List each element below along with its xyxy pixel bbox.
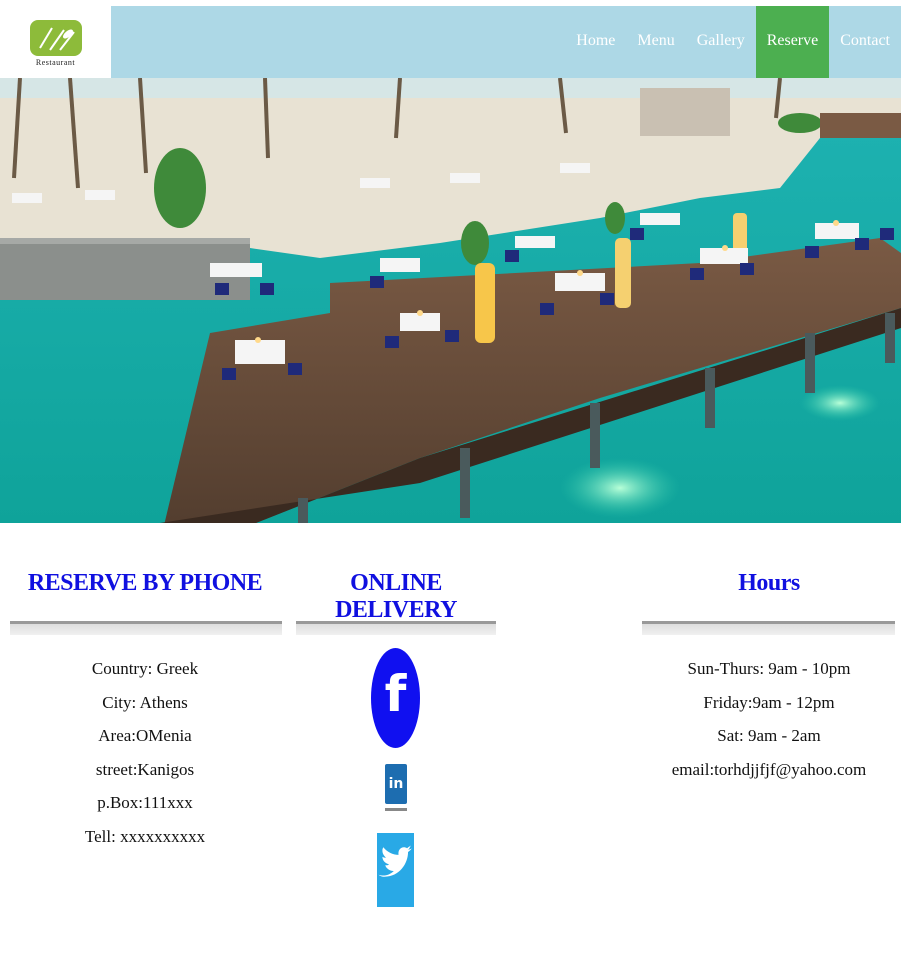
- facebook-icon[interactable]: f: [371, 648, 420, 748]
- logo-text: Restaurant: [35, 58, 76, 67]
- delivery-divider: [296, 621, 496, 635]
- street-text: street:Kanigos: [95, 759, 195, 779]
- pobox-text: p.Box:111xxx: [97, 793, 193, 813]
- country-text: Country: Greek: [91, 659, 199, 678]
- nav-menu[interactable]: Menu: [626, 6, 685, 78]
- nav-home[interactable]: Home: [565, 6, 626, 78]
- area-text: Area:OMenia: [98, 726, 192, 746]
- phone-text: Tell: xxxxxxxxxx: [84, 826, 206, 846]
- hours-info: Sun-Thurs: 9am - 10pm Friday:9am - 12pm …: [643, 652, 895, 786]
- friday-hours: Friday:9am - 12pm: [703, 692, 835, 712]
- reserve-divider: [10, 621, 282, 635]
- main-nav: Home Menu Gallery Reserve Contact: [565, 6, 901, 78]
- reserve-info: Country: Greek City: Athens Area:OMenia …: [20, 652, 270, 854]
- site-header: Restaurant Home Menu Gallery Reserve Con…: [0, 6, 901, 78]
- city-text: City: Athens: [102, 692, 188, 712]
- fork-knife-leaf-icon: [30, 20, 82, 56]
- nav-gallery[interactable]: Gallery: [686, 6, 756, 78]
- nav-contact[interactable]: Contact: [829, 6, 901, 78]
- linkedin-icon[interactable]: in: [385, 764, 407, 811]
- hours-divider: [642, 621, 895, 635]
- nav-reserve[interactable]: Reserve: [755, 6, 830, 78]
- hero-image: [0, 78, 901, 523]
- email-text[interactable]: email:torhdjjfjf@yahoo.com: [643, 753, 895, 787]
- logo[interactable]: Restaurant: [0, 6, 111, 78]
- sun-thurs-hours: Sun-Thurs: 9am - 10pm: [687, 659, 851, 678]
- twitter-icon[interactable]: [377, 833, 414, 907]
- hours-title: Hours: [738, 570, 800, 596]
- delivery-title: ONLINE DELIVERY: [335, 570, 457, 623]
- saturday-hours: Sat: 9am - 2am: [717, 726, 821, 746]
- reserve-title: RESERVE BY PHONE: [27, 570, 263, 596]
